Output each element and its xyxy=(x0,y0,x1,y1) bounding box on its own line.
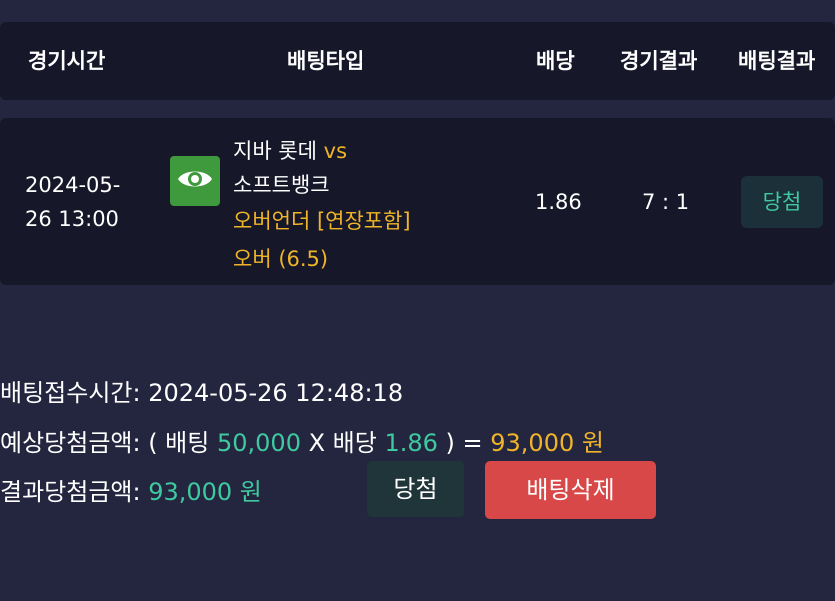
header-odds: 배당 xyxy=(536,49,575,73)
result-win-amount: 93,000 원 xyxy=(148,478,262,506)
vs-label: vs xyxy=(323,139,348,163)
header-bet-type: 배팅타입 xyxy=(287,49,365,73)
eye-icon xyxy=(176,167,214,195)
header-game-result: 경기결과 xyxy=(620,49,698,73)
receipt-time-label: 배팅접수시간: xyxy=(0,379,149,407)
bet-row: 2024-05- 26 13:00 지바 롯데 vs 소프트뱅크 오버언더 [연… xyxy=(0,118,835,285)
view-match-button[interactable] xyxy=(170,156,220,206)
equals-label: ) = xyxy=(437,429,491,457)
game-time: 26 13:00 xyxy=(25,207,119,231)
result-win-label: 결과당첨금액: xyxy=(0,478,149,506)
receipt-time-value: 2024-05-26 12:48:18 xyxy=(148,379,404,407)
odds-value: 1.86 xyxy=(535,190,582,214)
bet-pick: 오버 (6.5) xyxy=(233,247,329,271)
bet-result-badge: 당첨 xyxy=(741,176,823,228)
market-type: 오버언더 [연장포함] xyxy=(233,209,411,233)
bet-history-page: 경기시간 배팅타입 배당 경기결과 배팅결과 2024-05- 26 13:00… xyxy=(0,0,835,601)
header-bet-result: 배팅결과 xyxy=(738,49,816,73)
table-header: 경기시간 배팅타입 배당 경기결과 배팅결과 xyxy=(0,22,835,100)
delete-bet-button[interactable]: 배팅삭제 xyxy=(485,461,656,519)
game-date: 2024-05- xyxy=(25,173,121,197)
expected-win-label: 예상당첨금액: ( 배팅 xyxy=(0,429,217,457)
home-team: 지바 롯데 xyxy=(233,139,317,163)
summary-odds: 1.86 xyxy=(384,429,438,457)
expected-win-amount: 93,000 원 xyxy=(490,429,604,457)
expected-win-line: 예상당첨금액: ( 배팅 50,000 X 배당 1.86 ) = 93,000… xyxy=(0,423,604,458)
stake-amount: 50,000 xyxy=(216,429,301,457)
win-status-button[interactable]: 당첨 xyxy=(367,461,464,517)
odds-multiply-label: X 배당 xyxy=(300,429,385,457)
game-score: 7 : 1 xyxy=(642,190,690,214)
away-team: 소프트뱅크 xyxy=(233,173,330,197)
receipt-time-line: 배팅접수시간: 2024-05-26 12:48:18 xyxy=(0,373,403,408)
header-game-time: 경기시간 xyxy=(28,49,106,73)
result-win-line: 결과당첨금액: 93,000 원 xyxy=(0,472,262,507)
match-teams: 지바 롯데 vs xyxy=(233,135,347,165)
